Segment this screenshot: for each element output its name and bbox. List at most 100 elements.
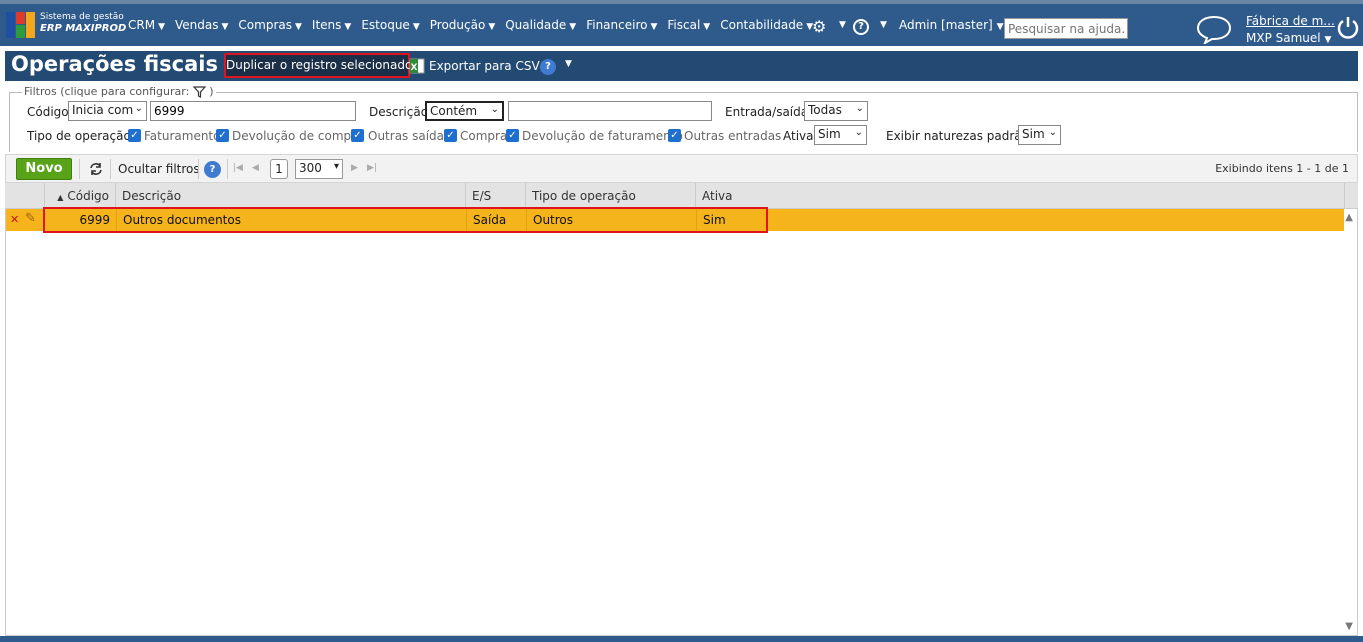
exibir-naturezas-label: Exibir naturezas padrão: [886, 129, 1029, 143]
menu-financeiro[interactable]: Financeiro ▼: [586, 18, 657, 32]
chevron-down-icon: ▼: [703, 22, 711, 32]
chevron-down-icon: ▼: [569, 22, 577, 32]
codigo-mode-select[interactable]: Inicia com ⌄: [68, 101, 147, 121]
menu-crm[interactable]: CRM ▼: [128, 18, 165, 32]
chevron-down-icon: ▼: [295, 22, 302, 32]
hide-filters-button[interactable]: Ocultar filtros: [118, 162, 200, 176]
checkbox-label: Faturamento: [144, 129, 221, 143]
checkbox-devolucao-compra[interactable]: ✓: [216, 129, 229, 142]
help-icon[interactable]: ?: [204, 161, 221, 178]
divider: [227, 159, 228, 179]
next-page-icon[interactable]: ▶: [351, 163, 358, 173]
scroll-up-arrow-icon[interactable]: ▲: [1345, 212, 1353, 223]
filter-funnel-icon[interactable]: [192, 86, 206, 98]
header-label: Código: [67, 189, 109, 203]
help-icon[interactable]: ?: [540, 59, 556, 75]
prev-page-icon[interactable]: ◀: [252, 163, 259, 173]
exibir-naturezas-select[interactable]: Sim ⌄: [1018, 125, 1061, 145]
menu-qualidade[interactable]: Qualidade ▼: [505, 18, 576, 32]
checkbox-label: Outras saídas: [368, 129, 451, 143]
chevron-down-icon[interactable]: ▼: [839, 20, 846, 30]
ativa-select[interactable]: Sim ⌄: [814, 125, 867, 145]
menu-label: Vendas: [175, 18, 219, 32]
checkbox-outras-entradas[interactable]: ✓: [668, 129, 681, 142]
page-title-bar: Operações fiscais Duplicar o registro se…: [5, 51, 1358, 81]
chevron-down-icon: ▼: [412, 22, 420, 32]
top-navbar: Sistema de gestão ERP MAXIPROD CRM ▼ Vend…: [0, 0, 1363, 46]
ativa-label: Ativa: [783, 129, 814, 143]
menu-label: Qualidade: [505, 18, 567, 32]
help-search-input[interactable]: [1004, 18, 1128, 39]
admin-menu[interactable]: Admin [master] ▼: [899, 18, 1004, 32]
power-icon[interactable]: [1336, 16, 1360, 40]
checkbox-faturamento[interactable]: ✓: [128, 129, 141, 142]
scroll-down-arrow-icon[interactable]: ▼: [1345, 621, 1353, 632]
menu-producao[interactable]: Produção ▼: [430, 18, 495, 32]
page-number-input[interactable]: 1: [270, 159, 288, 179]
checkbox-compra[interactable]: ✓: [444, 129, 457, 142]
menu-fiscal[interactable]: Fiscal ▼: [667, 18, 710, 32]
menu-label: Compras: [238, 18, 292, 32]
edit-pencil-icon[interactable]: ✎: [25, 211, 36, 226]
entrada-saida-value: Todas: [808, 103, 842, 117]
filters-legend-close: ): [209, 85, 214, 98]
chevron-down-icon[interactable]: ▼: [565, 59, 572, 69]
entrada-saida-label: Entrada/saída: [725, 105, 809, 119]
filters-legend-text: Filtros (clique para configurar:: [24, 85, 190, 98]
gear-icon[interactable]: ⚙: [812, 17, 826, 36]
header-ativa[interactable]: Ativa: [696, 183, 1345, 209]
tipo-operacao-label: Tipo de operação: [27, 129, 131, 143]
cell-ativa: Sim: [703, 213, 726, 227]
last-page-icon[interactable]: ▶|: [367, 163, 377, 173]
menu-vendas[interactable]: Vendas ▼: [175, 18, 228, 32]
help-circle-icon[interactable]: ?: [853, 19, 869, 35]
entrada-saida-select[interactable]: Todas ⌄: [804, 101, 868, 121]
excel-file-icon[interactable]: X: [409, 58, 425, 74]
chevron-down-icon: ▼: [488, 22, 496, 32]
header-tipo[interactable]: Tipo de operação: [526, 183, 696, 209]
menu-label: Contabilidade: [720, 18, 804, 32]
header-actions: [5, 183, 45, 209]
menu-itens[interactable]: Itens ▼: [312, 18, 351, 32]
chevron-down-icon: ▼: [650, 22, 658, 32]
menu-contabilidade[interactable]: Contabilidade ▼: [720, 18, 813, 32]
grid-header: ▲ Código Descrição E/S Tipo de operação A…: [5, 183, 1358, 209]
chat-bubble-icon[interactable]: [1196, 14, 1232, 44]
brand-line1: Sistema de gestão: [40, 12, 124, 22]
sort-asc-icon: ▲: [57, 193, 64, 202]
page-size-select[interactable]: 300 ▾: [295, 159, 343, 179]
menu-estoque[interactable]: Estoque ▼: [361, 18, 419, 32]
first-page-icon[interactable]: |◀: [233, 163, 243, 173]
refresh-icon[interactable]: [88, 162, 104, 176]
checkbox-label: Devolução de faturamento: [522, 129, 683, 143]
chevron-down-icon: ⌄: [134, 103, 143, 114]
chevron-down-icon: ⌄: [490, 104, 499, 115]
brand-line2: ERP MAXIPROD: [40, 23, 127, 34]
filters-legend[interactable]: Filtros (clique para configurar: ): [22, 85, 216, 98]
header-codigo[interactable]: ▲ Código: [45, 183, 116, 209]
descricao-mode-select[interactable]: Contém ⌄: [425, 101, 504, 121]
grid-toolbar: Novo Ocultar filtros ? |◀ ◀ 1 300 ▾ ▶ ▶| …: [5, 154, 1358, 183]
chevron-down-icon[interactable]: ▼: [880, 20, 887, 30]
duplicate-record-button[interactable]: Duplicar o registro selecionado: [224, 53, 412, 78]
export-csv-button[interactable]: Exportar para CSV: [429, 59, 540, 73]
user-menu[interactable]: MXP Samuel ▼: [1246, 31, 1331, 45]
checkbox-devolucao-faturamento[interactable]: ✓: [506, 129, 519, 142]
divider: [198, 159, 199, 179]
new-button[interactable]: Novo: [16, 158, 72, 180]
codigo-input[interactable]: [150, 101, 356, 121]
header-descricao[interactable]: Descrição: [116, 183, 466, 209]
descricao-input[interactable]: [508, 101, 712, 121]
chevron-down-icon: ⌄: [1048, 127, 1057, 138]
chevron-down-icon: ⌄: [854, 127, 863, 138]
items-count-text: Exibindo itens 1 - 1 de 1: [1215, 162, 1349, 175]
menu-label: Fiscal: [667, 18, 701, 32]
company-link[interactable]: Fábrica de m...: [1246, 14, 1335, 28]
menu-label: Itens: [311, 18, 342, 32]
maxiprod-logo-icon[interactable]: [6, 12, 36, 38]
checkbox-outras-saidas[interactable]: ✓: [351, 129, 364, 142]
delete-icon[interactable]: ✕: [10, 213, 19, 226]
menu-label: Financeiro: [586, 18, 648, 32]
header-es[interactable]: E/S: [466, 183, 526, 209]
menu-compras[interactable]: Compras ▼: [238, 18, 302, 32]
